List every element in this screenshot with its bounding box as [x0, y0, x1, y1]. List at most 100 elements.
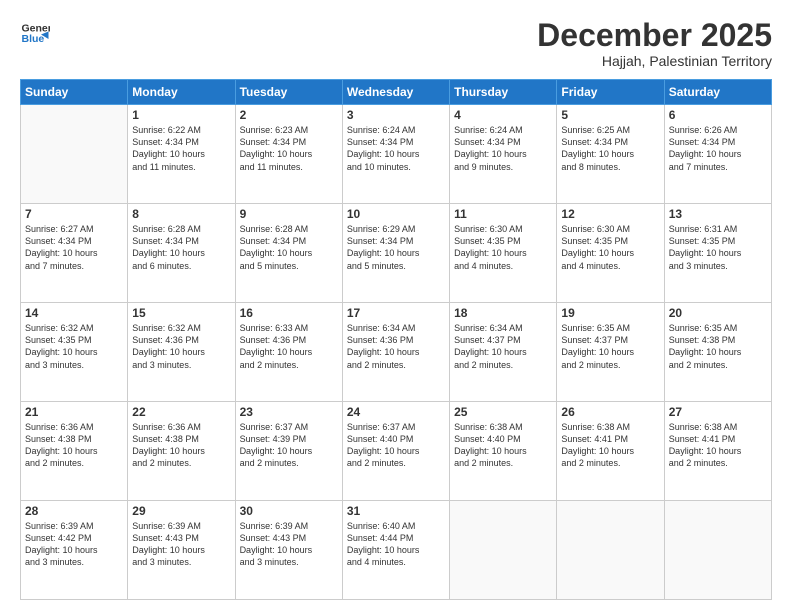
table-row [450, 501, 557, 600]
month-year-title: December 2025 [537, 18, 772, 53]
table-row: 23Sunrise: 6:37 AM Sunset: 4:39 PM Dayli… [235, 402, 342, 501]
day-info: Sunrise: 6:38 AM Sunset: 4:40 PM Dayligh… [454, 421, 552, 470]
day-number: 26 [561, 405, 659, 419]
day-number: 2 [240, 108, 338, 122]
table-row: 20 Sunrise: 6:35 AM Sunset: 4:38 PM Dayli… [664, 303, 771, 402]
table-row [557, 501, 664, 600]
day-info: Sunrise: 6:37 AM Sunset: 4:40 PM Dayligh… [347, 421, 445, 470]
day-info: Sunrise: 6:39 AM Sunset: 4:43 PM Dayligh… [132, 520, 230, 569]
table-row: 26 Sunrise: 6:38 AM Sunset: 4:41 PM Dayli… [557, 402, 664, 501]
col-friday: Friday [557, 80, 664, 105]
title-area: December 2025 Hajjah, Palestinian Territ… [537, 18, 772, 69]
day-info: Sunrise: 6:38 AM Sunset: 4:41 PM Dayligh… [561, 421, 659, 470]
day-number: 11 [454, 207, 552, 221]
table-row [664, 501, 771, 600]
day-info: Sunrise: 6:35 AM Sunset: 4:38 PM Dayligh… [669, 322, 767, 371]
day-info: Sunrise: 6:38 AM Sunset: 4:41 PM Dayligh… [669, 421, 767, 470]
table-row: 9 Sunrise: 6:28 AM Sunset: 4:34 PM Daylig… [235, 204, 342, 303]
day-info: Sunrise: 6:35 AM Sunset: 4:37 PM Dayligh… [561, 322, 659, 371]
day-number: 15 [132, 306, 230, 320]
table-row: 22Sunrise: 6:36 AM Sunset: 4:38 PM Dayli… [128, 402, 235, 501]
table-row: 1Sunrise: 6:22 AM Sunset: 4:34 PM Daylig… [128, 105, 235, 204]
day-number: 28 [25, 504, 123, 518]
day-number: 12 [561, 207, 659, 221]
table-row: 24Sunrise: 6:37 AM Sunset: 4:40 PM Dayli… [342, 402, 449, 501]
table-row: 5Sunrise: 6:25 AM Sunset: 4:34 PM Daylig… [557, 105, 664, 204]
logo-icon: General Blue [20, 18, 50, 48]
table-row: 14 Sunrise: 6:32 AM Sunset: 4:35 PM Dayli… [21, 303, 128, 402]
table-row: 18Sunrise: 6:34 AM Sunset: 4:37 PM Dayli… [450, 303, 557, 402]
table-row: 8Sunrise: 6:28 AM Sunset: 4:34 PM Daylig… [128, 204, 235, 303]
day-number: 4 [454, 108, 552, 122]
table-row: 27 Sunrise: 6:38 AM Sunset: 4:41 PM Dayli… [664, 402, 771, 501]
calendar-week-row: 14 Sunrise: 6:32 AM Sunset: 4:35 PM Dayli… [21, 303, 772, 402]
table-row [21, 105, 128, 204]
day-info: Sunrise: 6:36 AM Sunset: 4:38 PM Dayligh… [132, 421, 230, 470]
day-number: 30 [240, 504, 338, 518]
page: General Blue December 2025 Hajjah, Pales… [0, 0, 792, 612]
day-number: 7 [25, 207, 123, 221]
col-sunday: Sunday [21, 80, 128, 105]
header: General Blue December 2025 Hajjah, Pales… [20, 18, 772, 69]
day-number: 21 [25, 405, 123, 419]
day-number: 20 [669, 306, 767, 320]
day-number: 8 [132, 207, 230, 221]
day-info: Sunrise: 6:25 AM Sunset: 4:34 PM Dayligh… [561, 124, 659, 173]
col-saturday: Saturday [664, 80, 771, 105]
day-number: 29 [132, 504, 230, 518]
table-row: 25Sunrise: 6:38 AM Sunset: 4:40 PM Dayli… [450, 402, 557, 501]
day-number: 6 [669, 108, 767, 122]
table-row: 12 Sunrise: 6:30 AM Sunset: 4:35 PM Dayli… [557, 204, 664, 303]
calendar-week-row: 21 Sunrise: 6:36 AM Sunset: 4:38 PM Dayli… [21, 402, 772, 501]
day-info: Sunrise: 6:23 AM Sunset: 4:34 PM Dayligh… [240, 124, 338, 173]
day-info: Sunrise: 6:33 AM Sunset: 4:36 PM Dayligh… [240, 322, 338, 371]
table-row: 31Sunrise: 6:40 AM Sunset: 4:44 PM Dayli… [342, 501, 449, 600]
table-row: 16 Sunrise: 6:33 AM Sunset: 4:36 PM Dayli… [235, 303, 342, 402]
day-number: 16 [240, 306, 338, 320]
day-info: Sunrise: 6:39 AM Sunset: 4:42 PM Dayligh… [25, 520, 123, 569]
day-number: 10 [347, 207, 445, 221]
table-row: 30 Sunrise: 6:39 AM Sunset: 4:43 PM Dayli… [235, 501, 342, 600]
day-number: 19 [561, 306, 659, 320]
day-info: Sunrise: 6:32 AM Sunset: 4:35 PM Dayligh… [25, 322, 123, 371]
day-number: 27 [669, 405, 767, 419]
day-info: Sunrise: 6:31 AM Sunset: 4:35 PM Dayligh… [669, 223, 767, 272]
table-row: 15 Sunrise: 6:32 AM Sunset: 4:36 PM Dayli… [128, 303, 235, 402]
day-info: Sunrise: 6:28 AM Sunset: 4:34 PM Dayligh… [240, 223, 338, 272]
calendar-table: Sunday Monday Tuesday Wednesday Thursday… [20, 79, 772, 600]
calendar-header-row: Sunday Monday Tuesday Wednesday Thursday… [21, 80, 772, 105]
day-info: Sunrise: 6:27 AM Sunset: 4:34 PM Dayligh… [25, 223, 123, 272]
table-row: 11Sunrise: 6:30 AM Sunset: 4:35 PM Dayli… [450, 204, 557, 303]
day-number: 9 [240, 207, 338, 221]
col-wednesday: Wednesday [342, 80, 449, 105]
day-info: Sunrise: 6:39 AM Sunset: 4:43 PM Dayligh… [240, 520, 338, 569]
day-number: 31 [347, 504, 445, 518]
col-thursday: Thursday [450, 80, 557, 105]
logo: General Blue [20, 18, 50, 48]
day-number: 3 [347, 108, 445, 122]
col-monday: Monday [128, 80, 235, 105]
table-row: 3 Sunrise: 6:24 AM Sunset: 4:34 PM Daylig… [342, 105, 449, 204]
table-row: 19 Sunrise: 6:35 AM Sunset: 4:37 PM Dayli… [557, 303, 664, 402]
location-subtitle: Hajjah, Palestinian Territory [537, 53, 772, 69]
table-row: 13 Sunrise: 6:31 AM Sunset: 4:35 PM Dayli… [664, 204, 771, 303]
day-number: 18 [454, 306, 552, 320]
table-row: 7 Sunrise: 6:27 AM Sunset: 4:34 PM Daylig… [21, 204, 128, 303]
day-info: Sunrise: 6:37 AM Sunset: 4:39 PM Dayligh… [240, 421, 338, 470]
table-row: 17Sunrise: 6:34 AM Sunset: 4:36 PM Dayli… [342, 303, 449, 402]
day-number: 14 [25, 306, 123, 320]
table-row: 4 Sunrise: 6:24 AM Sunset: 4:34 PM Daylig… [450, 105, 557, 204]
day-info: Sunrise: 6:30 AM Sunset: 4:35 PM Dayligh… [561, 223, 659, 272]
day-info: Sunrise: 6:26 AM Sunset: 4:34 PM Dayligh… [669, 124, 767, 173]
calendar-week-row: 1Sunrise: 6:22 AM Sunset: 4:34 PM Daylig… [21, 105, 772, 204]
calendar-week-row: 7 Sunrise: 6:27 AM Sunset: 4:34 PM Daylig… [21, 204, 772, 303]
calendar-week-row: 28 Sunrise: 6:39 AM Sunset: 4:42 PM Dayli… [21, 501, 772, 600]
day-info: Sunrise: 6:24 AM Sunset: 4:34 PM Dayligh… [454, 124, 552, 173]
table-row: 21Sunrise: 6:36 AM Sunset: 4:38 PM Dayli… [21, 402, 128, 501]
table-row: 10Sunrise: 6:29 AM Sunset: 4:34 PM Dayli… [342, 204, 449, 303]
day-info: Sunrise: 6:32 AM Sunset: 4:36 PM Dayligh… [132, 322, 230, 371]
day-info: Sunrise: 6:24 AM Sunset: 4:34 PM Dayligh… [347, 124, 445, 173]
day-number: 17 [347, 306, 445, 320]
day-number: 13 [669, 207, 767, 221]
col-tuesday: Tuesday [235, 80, 342, 105]
